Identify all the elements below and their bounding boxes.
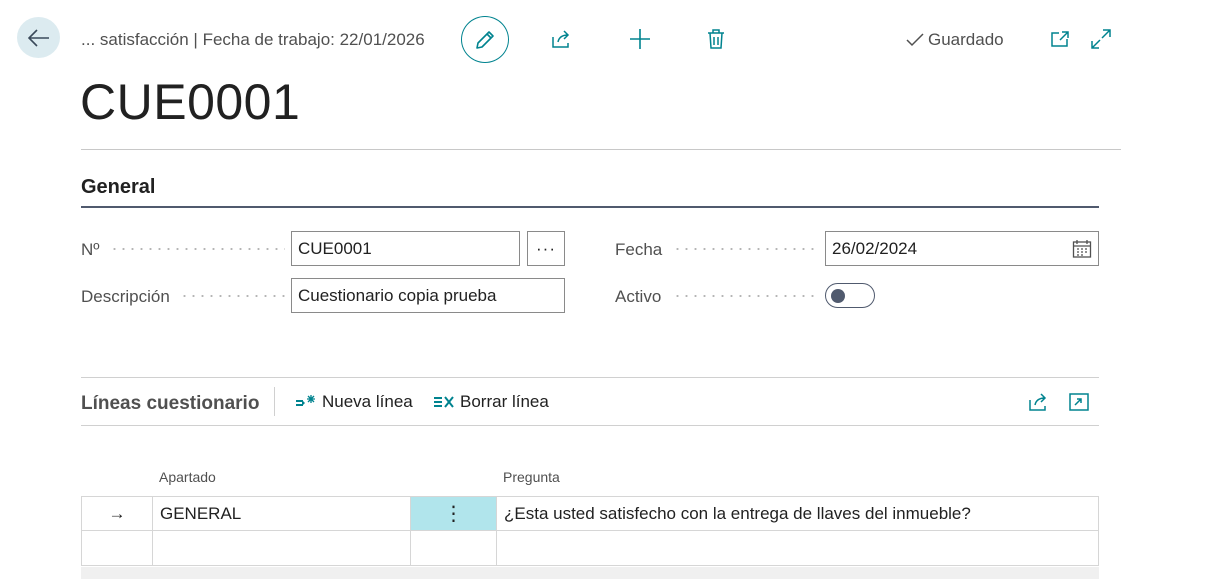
activo-label: Activo bbox=[615, 287, 662, 306]
expand-icon bbox=[1091, 29, 1111, 49]
descripcion-leader-dots bbox=[180, 295, 285, 297]
page-title: CUE0001 bbox=[80, 74, 301, 130]
activo-leader-dots bbox=[673, 295, 818, 297]
no-field[interactable]: CUE0001 bbox=[291, 231, 520, 266]
pregunta-cell[interactable] bbox=[497, 531, 1099, 565]
delete-line-button[interactable]: Borrar línea bbox=[433, 392, 549, 412]
lines-divider-bottom bbox=[81, 425, 1099, 426]
expand-panel-icon bbox=[1069, 393, 1089, 411]
row-menu-button[interactable]: ⋮ bbox=[411, 497, 497, 530]
lines-separator bbox=[274, 387, 275, 416]
activo-toggle[interactable] bbox=[825, 283, 875, 308]
no-label: Nº bbox=[81, 240, 100, 259]
back-button[interactable] bbox=[17, 17, 60, 58]
expand-button[interactable] bbox=[1088, 26, 1114, 52]
descripcion-label: Descripción bbox=[81, 287, 170, 306]
delete-line-icon bbox=[434, 396, 454, 408]
row-indicator bbox=[81, 531, 153, 565]
grid-footer bbox=[81, 567, 1099, 579]
saved-label: Guardado bbox=[928, 30, 1004, 49]
fecha-label: Fecha bbox=[615, 240, 663, 259]
lines-share-button[interactable] bbox=[1025, 389, 1051, 415]
toggle-knob bbox=[831, 289, 845, 303]
delete-button[interactable] bbox=[703, 26, 729, 52]
pregunta-cell[interactable]: ¿Esta usted satisfecho con la entrega de… bbox=[497, 497, 1099, 530]
title-divider bbox=[81, 149, 1121, 150]
table-row[interactable] bbox=[81, 531, 1099, 566]
table-row[interactable]: → GENERAL ⋮ ¿Esta usted satisfecho con l… bbox=[81, 496, 1099, 531]
delete-line-label: Borrar línea bbox=[460, 392, 549, 411]
share-button[interactable] bbox=[548, 26, 574, 52]
column-header-apartado[interactable]: Apartado bbox=[159, 469, 216, 485]
share-icon bbox=[552, 30, 570, 48]
apartado-cell[interactable]: GENERAL bbox=[153, 497, 411, 530]
edit-button[interactable] bbox=[461, 16, 509, 63]
open-new-window-button[interactable] bbox=[1047, 26, 1073, 52]
fecha-leader-dots bbox=[673, 248, 818, 250]
lines-title[interactable]: Líneas cuestionario bbox=[81, 393, 259, 415]
section-divider bbox=[81, 206, 1099, 208]
saved-status: Guardado bbox=[905, 30, 1004, 50]
lines-grid: → GENERAL ⋮ ¿Esta usted satisfecho con l… bbox=[81, 496, 1099, 566]
lines-expand-button[interactable] bbox=[1066, 389, 1092, 415]
share-icon bbox=[1029, 393, 1047, 411]
calendar-icon[interactable] bbox=[1072, 239, 1092, 258]
breadcrumb: ... satisfacción | Fecha de trabajo: 22/… bbox=[81, 30, 425, 49]
apartado-cell[interactable] bbox=[153, 531, 411, 565]
column-header-pregunta[interactable]: Pregunta bbox=[503, 469, 560, 485]
no-leader-dots bbox=[110, 248, 285, 250]
new-line-label: Nueva línea bbox=[322, 392, 413, 411]
open-new-window-icon bbox=[1051, 31, 1069, 47]
section-title-general[interactable]: General bbox=[81, 176, 155, 199]
row-menu-cell[interactable] bbox=[411, 531, 497, 565]
check-icon bbox=[906, 33, 924, 47]
descripcion-field[interactable]: Cuestionario copia prueba bbox=[291, 278, 565, 313]
row-indicator: → bbox=[81, 497, 153, 530]
fecha-field[interactable]: 26/02/2024 bbox=[825, 231, 1099, 266]
no-lookup-button[interactable]: ··· bbox=[527, 231, 565, 266]
fecha-value: 26/02/2024 bbox=[832, 238, 918, 258]
plus-icon bbox=[630, 29, 650, 49]
new-line-icon bbox=[296, 395, 315, 406]
new-line-button[interactable]: Nueva línea bbox=[295, 392, 413, 412]
pencil-icon bbox=[476, 30, 494, 49]
trash-icon bbox=[708, 29, 724, 49]
new-button[interactable] bbox=[627, 26, 653, 52]
back-arrow-icon bbox=[27, 28, 49, 47]
lines-divider-top bbox=[81, 377, 1099, 378]
